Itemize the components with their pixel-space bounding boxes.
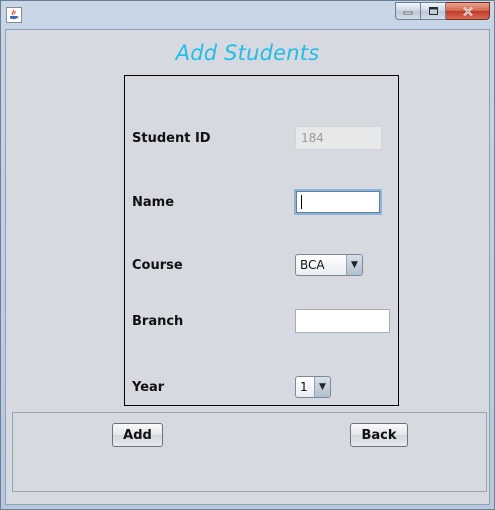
back-button[interactable]: Back (350, 423, 408, 447)
year-label: Year (132, 380, 165, 395)
form-title: Add Students (175, 41, 320, 65)
year-select[interactable]: 1 ▼ (295, 376, 331, 398)
text-caret (301, 195, 302, 209)
minimize-icon[interactable] (395, 2, 421, 20)
student-id-label: Student ID (132, 131, 211, 146)
year-selected-value: 1 (300, 380, 308, 394)
add-button[interactable]: Add (112, 423, 163, 447)
content-pane: Add Students Student ID 184 Name Course … (5, 29, 490, 505)
button-panel: Add Back (12, 412, 487, 492)
course-label: Course (132, 258, 183, 273)
java-icon[interactable] (6, 7, 22, 23)
title-bar[interactable] (1, 1, 494, 29)
chevron-down-icon[interactable]: ▼ (314, 377, 330, 397)
student-form-panel: Student ID 184 Name Course BCA ▼ Branch … (124, 75, 399, 406)
name-label: Name (132, 195, 175, 210)
close-icon[interactable] (446, 2, 490, 20)
course-select[interactable]: BCA ▼ (295, 254, 363, 276)
app-window: Add Students Student ID 184 Name Course … (0, 0, 495, 510)
name-field[interactable] (294, 189, 382, 215)
branch-label: Branch (132, 314, 184, 329)
window-controls (395, 2, 490, 21)
branch-field[interactable] (295, 309, 390, 333)
course-selected-value: BCA (300, 258, 325, 272)
student-id-field: 184 (295, 126, 382, 150)
maximize-icon[interactable] (421, 2, 446, 20)
chevron-down-icon[interactable]: ▼ (346, 255, 362, 275)
